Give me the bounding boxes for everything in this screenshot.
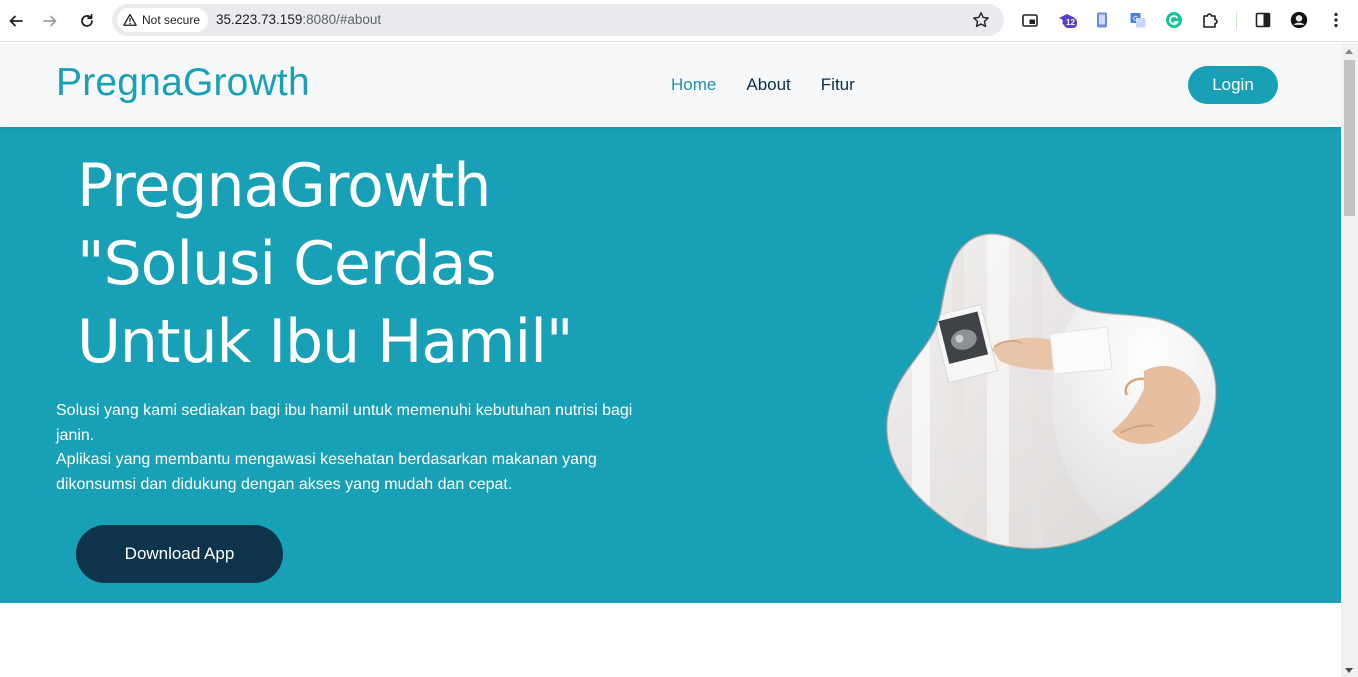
address-bar[interactable]: Not secure 35.223.73.159:8080/#about xyxy=(112,4,1004,36)
hero-description: Solusi yang kami sediakan bagi ibu hamil… xyxy=(56,399,656,497)
nav-about[interactable]: About xyxy=(746,75,790,95)
url-path: :8080/#about xyxy=(302,12,382,27)
profile-avatar-icon[interactable] xyxy=(1288,9,1310,31)
browser-toolbar: Not secure 35.223.73.159:8080/#about 12 … xyxy=(0,0,1358,42)
hero-title-line-1: PregnaGrowth xyxy=(77,151,491,221)
side-panel-icon[interactable] xyxy=(1252,9,1274,31)
brand-logo[interactable]: PregnaGrowth xyxy=(56,61,310,105)
warning-icon xyxy=(123,13,137,26)
phone-extension-icon[interactable] xyxy=(1091,9,1113,31)
graduation-cap-extension-icon[interactable]: 12 xyxy=(1056,9,1078,31)
reload-icon xyxy=(81,13,93,27)
extension-badge: 12 xyxy=(1064,18,1077,28)
nav-home[interactable]: Home xyxy=(671,75,716,95)
toolbar-divider xyxy=(1236,12,1237,29)
forward-button[interactable] xyxy=(37,8,63,34)
extensions-puzzle-icon[interactable] xyxy=(1199,9,1221,31)
more-menu-icon[interactable] xyxy=(1325,9,1347,31)
hero-title-line-2: "Solusi Cerdas xyxy=(77,229,497,299)
nav-fitur[interactable]: Fitur xyxy=(821,75,855,95)
back-button[interactable] xyxy=(3,8,29,34)
security-chip[interactable]: Not secure xyxy=(117,8,209,32)
main-nav: Home About Fitur xyxy=(671,75,855,95)
url-host: 35.223.73.159 xyxy=(216,12,303,27)
site-header: PregnaGrowth Home About Fitur Login xyxy=(0,43,1341,127)
arrow-right-icon xyxy=(43,15,57,27)
scroll-up-icon[interactable] xyxy=(1345,49,1353,54)
login-button[interactable]: Login xyxy=(1188,66,1278,104)
hero-image-pregnant-woman xyxy=(885,232,1217,550)
download-app-button[interactable]: Download App xyxy=(76,525,283,583)
page-scrollbar[interactable] xyxy=(1341,43,1358,677)
scroll-down-icon[interactable] xyxy=(1345,668,1353,673)
hero-description-line-2: Aplikasi yang membantu mengawasi kesehat… xyxy=(56,451,597,493)
svg-text:G: G xyxy=(1133,15,1138,23)
hero-description-line-1: Solusi yang kami sediakan bagi ibu hamil… xyxy=(56,402,633,444)
page-viewport: PregnaGrowth Home About Fitur Login Preg… xyxy=(0,43,1341,677)
reload-button[interactable] xyxy=(74,8,100,34)
scrollbar-thumb[interactable] xyxy=(1344,60,1355,216)
translate-extension-icon[interactable]: G xyxy=(1127,9,1149,31)
grammarly-icon[interactable] xyxy=(1163,9,1185,31)
bookmark-star-icon[interactable] xyxy=(972,11,990,29)
url-text[interactable]: 35.223.73.159:8080/#about xyxy=(216,12,381,27)
security-label: Not secure xyxy=(142,13,201,27)
hero-section: PregnaGrowth "Solusi Cerdas Untuk Ibu Ha… xyxy=(0,127,1341,603)
hero-title: PregnaGrowth "Solusi Cerdas Untuk Ibu Ha… xyxy=(77,147,597,381)
hero-title-line-3: Untuk Ibu Hamil" xyxy=(77,307,573,377)
picture-in-picture-icon[interactable] xyxy=(1019,9,1041,31)
arrow-left-icon xyxy=(9,15,23,27)
